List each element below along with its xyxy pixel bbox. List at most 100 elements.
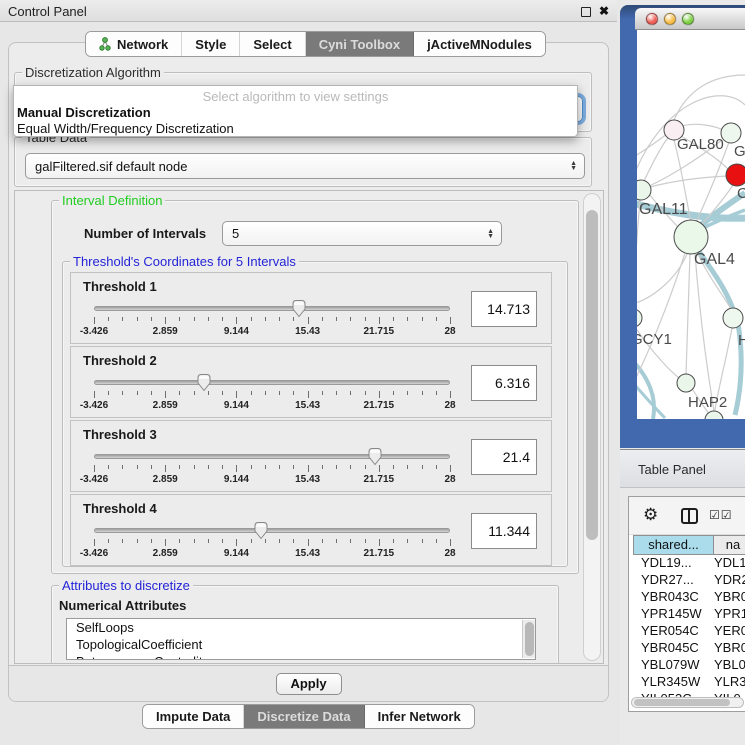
network-node-h[interactable] — [723, 308, 743, 328]
table-row[interactable]: YPR145WYPR1 — [629, 606, 745, 623]
network-canvas[interactable]: GAL80GACGAL11GAL4GCY1HHAP2 — [637, 30, 745, 419]
table-row[interactable]: YBR043CYBR0 — [629, 589, 745, 606]
number-of-intervals-combobox[interactable]: 5 ▲▼ — [222, 221, 502, 246]
thresholds-group-title: Threshold's Coordinates for 5 Intervals — [70, 254, 299, 269]
threshold-box-1: Threshold 1-3.4262.8599.14415.4321.71528… — [70, 272, 552, 344]
network-node-gal4[interactable] — [674, 220, 708, 254]
major-tick — [450, 465, 451, 472]
threshold-slider-thumb[interactable] — [291, 299, 307, 321]
minor-tick — [407, 317, 408, 321]
threshold-slider-thumb[interactable] — [253, 521, 269, 543]
major-tick — [94, 317, 95, 324]
threshold-value-field[interactable]: 14.713 — [471, 291, 537, 327]
network-node-c[interactable] — [726, 164, 745, 186]
threshold-slider-thumb[interactable] — [367, 447, 383, 469]
network-node-gal11[interactable] — [637, 180, 651, 200]
control-panel-titlebar: Control Panel ✖ — [0, 0, 617, 22]
tab-select[interactable]: Select — [240, 32, 305, 56]
table-row[interactable]: YDL19...YDL1 — [629, 555, 745, 572]
network-edge[interactable] — [682, 124, 723, 130]
scrollbar-thumb[interactable] — [634, 699, 730, 706]
minor-tick — [393, 391, 394, 395]
table-horizontal-scrollbar[interactable] — [631, 697, 744, 708]
table-data-combobox[interactable]: galFiltered.sif default node ▲▼ — [25, 153, 585, 179]
threshold-slider-track[interactable] — [94, 454, 450, 459]
column-header-1[interactable]: shared... — [633, 535, 714, 555]
table-row[interactable]: YLR345WYLR3 — [629, 674, 745, 691]
tab-label: Network — [117, 37, 168, 52]
table-panel-titlebar: Table Panel — [620, 449, 745, 488]
minor-tick — [122, 539, 123, 543]
network-node-ga[interactable] — [721, 123, 741, 143]
scrollbar-thumb[interactable] — [586, 210, 598, 540]
attribute-item[interactable]: SelfLoops — [67, 619, 535, 636]
settings-vertical-scrollbar[interactable] — [583, 193, 601, 661]
threshold-label: Threshold 4 — [83, 501, 157, 516]
network-window-titlebar[interactable] — [635, 8, 745, 30]
close-icon[interactable]: ✖ — [597, 3, 611, 19]
minor-tick — [279, 465, 280, 469]
dropdown-option-equal-width[interactable]: Equal Width/Frequency Discretization — [17, 121, 574, 137]
checked-box-icon[interactable]: ☑☑ — [709, 508, 733, 522]
major-tick — [236, 465, 237, 472]
dropdown-option-manual-discretization[interactable]: Manual Discretization — [17, 105, 574, 121]
bottom-tab-impute-data[interactable]: Impute Data — [143, 705, 244, 728]
minor-tick — [222, 391, 223, 395]
bottom-tab-discretize-data[interactable]: Discretize Data — [244, 705, 364, 728]
major-tick — [308, 465, 309, 472]
network-node-hap2[interactable] — [677, 374, 695, 392]
network-node-gcy1[interactable] — [637, 309, 642, 327]
table-row[interactable]: YDR27...YDR2 — [629, 572, 745, 589]
tab-network[interactable]: Network — [86, 32, 182, 56]
threshold-slider-track[interactable] — [94, 528, 450, 533]
tick-label: 21.715 — [364, 548, 395, 559]
table-panel: ⚙ ☑☑ shared...na YDL19...YDL1YDR27...YDR… — [628, 496, 745, 712]
apply-bar: Apply — [9, 665, 608, 701]
split-columns-icon[interactable] — [681, 508, 698, 524]
minor-tick — [350, 317, 351, 321]
attribute-item[interactable]: TopologicalCoefficient — [67, 636, 535, 653]
table-row[interactable]: YBR045CYBR0 — [629, 640, 745, 657]
threshold-value-field[interactable]: 11.344 — [471, 513, 537, 549]
minor-tick — [336, 539, 337, 543]
close-light-icon[interactable] — [646, 13, 658, 25]
network-edge[interactable] — [644, 136, 670, 181]
major-tick — [308, 539, 309, 546]
table-row[interactable]: YBL079WYBL0 — [629, 657, 745, 674]
control-panel-title: Control Panel — [8, 4, 87, 19]
cell-name: YBR0 — [710, 589, 745, 606]
minor-tick — [350, 465, 351, 469]
threshold-value-field[interactable]: 21.4 — [471, 439, 537, 475]
thresholds-group: Threshold's Coordinates for 5 Intervals … — [62, 261, 568, 567]
apply-button[interactable]: Apply — [276, 673, 342, 695]
tick-label: 28 — [444, 400, 455, 411]
major-tick — [236, 317, 237, 324]
network-edge[interactable] — [637, 254, 687, 304]
attributes-group: Attributes to discretize Numerical Attri… — [51, 585, 559, 664]
minor-tick — [279, 539, 280, 543]
tab-jactivemnodules[interactable]: jActiveMNodules — [414, 32, 545, 56]
numerical-attributes-list[interactable]: SelfLoopsTopologicalCoefficientBetweenne… — [66, 618, 536, 660]
tab-style[interactable]: Style — [182, 32, 240, 56]
cell-shared-name: YBR043C — [629, 589, 710, 606]
network-window[interactable]: GAL80GACGAL11GAL4GCY1HHAP2 — [620, 5, 745, 448]
tick-label: 28 — [444, 326, 455, 337]
attribute-item[interactable]: BetweennessCentrality — [67, 653, 535, 660]
minor-tick — [393, 465, 394, 469]
attributes-scrollbar[interactable] — [522, 620, 535, 658]
threshold-slider-track[interactable] — [94, 306, 450, 311]
minimize-light-icon[interactable] — [664, 13, 676, 25]
threshold-slider-track[interactable] — [94, 380, 450, 385]
threshold-value-field[interactable]: 6.316 — [471, 365, 537, 401]
network-edge[interactable] — [637, 253, 685, 386]
network-edge[interactable] — [686, 254, 690, 374]
tab-cyni-toolbox[interactable]: Cyni Toolbox — [306, 32, 414, 56]
zoom-light-icon[interactable] — [682, 13, 694, 25]
gear-icon[interactable]: ⚙ — [643, 505, 658, 525]
threshold-slider-thumb[interactable] — [196, 373, 212, 395]
bottom-tab-infer-network[interactable]: Infer Network — [365, 705, 474, 728]
table-row[interactable]: YER054CYER0 — [629, 623, 745, 640]
network-edge-highlighted[interactable] — [695, 246, 741, 415]
float-window-icon[interactable] — [581, 7, 591, 17]
column-header-2[interactable]: na — [713, 535, 745, 555]
